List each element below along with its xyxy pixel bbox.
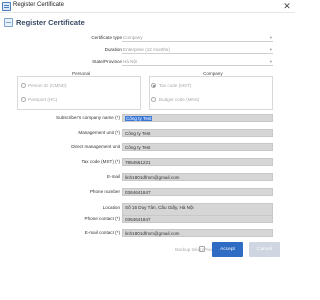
email-contact-label: E-mail contact (*) <box>84 230 120 235</box>
title-bar: Register Certificate ✕ <box>0 0 295 13</box>
tax-code-label: Tax code (MST) (*) <box>81 159 120 164</box>
management-unit-value: Công ty Test <box>125 131 151 136</box>
certificate-type-value: Company <box>123 35 143 40</box>
chevron-down-icon: ▾ <box>269 47 272 52</box>
location-value: Số 15 Duy Tân, Cầu Giấy, Hà Nội <box>125 205 194 210</box>
management-unit-input[interactable]: Công ty Test <box>122 129 273 137</box>
location-label: Location <box>102 205 120 210</box>
person-id-label: Person ID (CMND) <box>28 83 67 88</box>
accept-button[interactable]: Accept <box>212 242 243 257</box>
management-unit-label: Management unit (*) <box>78 130 120 135</box>
duration-select[interactable]: Enterprise (12 months) ▾ <box>122 46 273 54</box>
tax-code-radio[interactable] <box>151 83 156 88</box>
duration-value: Enterprise (12 months) <box>123 47 170 52</box>
budget-code-radio[interactable] <box>151 97 156 102</box>
backup-token-label: Backup token/Pwd <box>175 247 214 252</box>
state-select[interactable]: Hà Nội ▾ <box>122 58 273 66</box>
direct-management-unit-label: Direct management unit <box>71 144 120 149</box>
phone-contact-value: 0364641847 <box>125 217 151 222</box>
tax-code-value: 7854561221 <box>125 160 151 165</box>
chevron-down-icon: ▾ <box>269 35 272 40</box>
email-input[interactable]: linh1801dfmm@gmail.com <box>122 173 273 181</box>
backup-checkbox[interactable] <box>199 246 205 252</box>
state-value: Hà Nội <box>123 59 138 64</box>
company-group <box>149 76 273 110</box>
email-contact-input[interactable]: linh1801dfmm@gmail.com <box>122 229 273 237</box>
certificate-type-select[interactable]: Company ▾ <box>122 34 273 42</box>
email-value: linh1801dfmm@gmail.com <box>125 175 180 180</box>
subscriber-company-name-value: Công ty Test <box>125 116 153 121</box>
subscriber-company-name-input[interactable]: Công ty Test <box>122 114 273 122</box>
tax-code-option-label: Tax code (MST) <box>159 83 192 88</box>
close-button[interactable]: ✕ <box>282 0 292 12</box>
phone-number-value: 0364641847 <box>125 190 151 195</box>
dialog-title: Register Certificate <box>16 18 85 27</box>
certificate-icon <box>4 18 13 27</box>
phone-contact-input[interactable]: 0364641847 <box>122 215 273 223</box>
phone-number-label: Phone number <box>89 189 120 194</box>
certificate-type-label: Certificate type <box>91 35 122 40</box>
cancel-button[interactable]: Cancel <box>249 242 280 257</box>
duration-label: Duration <box>104 47 122 52</box>
phone-number-input[interactable]: 0364641847 <box>122 188 273 196</box>
certificate-app-icon <box>2 2 11 11</box>
phone-contact-label: Phone contact (*) <box>84 216 121 221</box>
state-label: State/Province <box>92 59 122 64</box>
chevron-down-icon: ▾ <box>269 59 272 64</box>
direct-management-unit-input[interactable]: Công ty Test <box>122 143 273 151</box>
tax-code-input[interactable]: 7854561221 <box>122 158 273 166</box>
email-label: E-mail <box>106 174 120 179</box>
personal-group <box>17 76 141 110</box>
email-contact-value: linh1801dfmm@gmail.com <box>125 231 180 236</box>
subscriber-company-name-label: Subscriber's company name (*) <box>56 115 120 120</box>
passport-label: Passport (HC) <box>28 97 58 102</box>
direct-management-unit-value: Công ty Test <box>125 145 151 150</box>
budget-code-option-label: Budget code (MNS) <box>159 97 200 102</box>
passport-radio[interactable] <box>21 97 26 102</box>
window-title: Register Certificate <box>13 2 65 8</box>
person-id-radio[interactable] <box>21 83 26 88</box>
